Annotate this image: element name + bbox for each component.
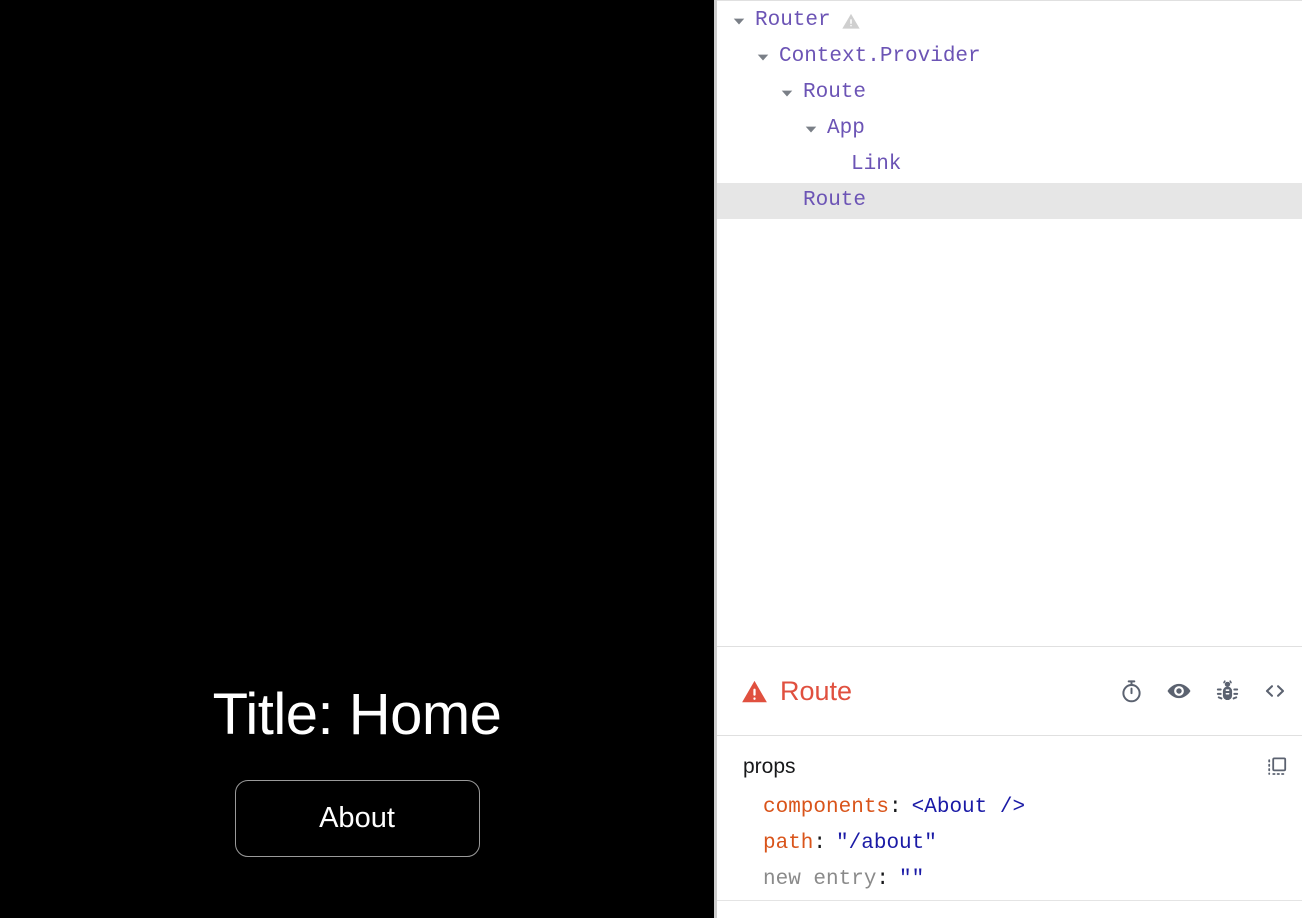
chevron-down-icon[interactable] xyxy=(777,86,797,100)
props-header: props xyxy=(717,750,1302,784)
tree-warning-triangle-icon[interactable] xyxy=(841,11,861,31)
component-tree[interactable]: Router Context.Provider Route App Link Route xyxy=(717,1,1302,646)
about-button[interactable]: About xyxy=(234,780,480,857)
app-viewport: Title: Home About xyxy=(0,0,714,918)
inspector-title-wrap: Route xyxy=(741,676,1118,707)
view-source-icon[interactable] xyxy=(1262,678,1288,704)
prop-value[interactable]: <About /> xyxy=(912,790,1025,826)
inspect-eye-icon[interactable] xyxy=(1166,678,1192,704)
tree-row-label: Context.Provider xyxy=(779,45,981,68)
props-section-label: props xyxy=(743,755,796,778)
props-section: props components: <About /> path: "/about" n… xyxy=(717,736,1302,918)
prop-value[interactable]: "" xyxy=(899,862,924,898)
debug-bug-icon[interactable] xyxy=(1214,678,1240,704)
tree-row-label: Route xyxy=(803,189,867,212)
props-list: components: <About /> path: "/about" new ent… xyxy=(717,784,1302,898)
props-bottom-divider xyxy=(717,900,1302,901)
react-devtools-panel: Router Context.Provider Route App Link Route … xyxy=(717,0,1302,918)
copy-props-icon[interactable] xyxy=(1264,755,1288,779)
prop-colon: : xyxy=(813,832,827,855)
tree-row-label: Link xyxy=(851,153,902,176)
tree-row-label: Router xyxy=(755,9,831,32)
tree-row-route[interactable]: Route xyxy=(717,75,1302,111)
prop-colon: : xyxy=(889,796,902,819)
prop-name: components xyxy=(763,796,890,819)
suspend-toggle-icon[interactable] xyxy=(1118,678,1144,704)
inspector-header: Route xyxy=(717,647,1302,735)
tree-row-link[interactable]: Link xyxy=(717,147,1302,183)
tree-row-context-provider[interactable]: Context.Provider xyxy=(717,39,1302,75)
app-content: Title: Home About xyxy=(0,680,714,857)
prop-value[interactable]: "/about" xyxy=(836,826,937,862)
devtools-screen: Title: Home About Router Context.Provider… xyxy=(0,0,1302,918)
prop-row-path[interactable]: path: "/about" xyxy=(717,826,1302,862)
tree-row-app[interactable]: App xyxy=(717,111,1302,147)
chevron-down-icon[interactable] xyxy=(729,14,749,28)
chevron-down-icon[interactable] xyxy=(801,122,821,136)
inspector-actions xyxy=(1118,678,1288,704)
page-title: Title: Home xyxy=(212,682,502,747)
tree-row-router[interactable]: Router xyxy=(717,3,1302,39)
prop-name: path xyxy=(763,832,814,855)
chevron-down-icon[interactable] xyxy=(753,50,773,64)
tree-row-label: Route xyxy=(803,81,867,104)
prop-row-new-entry[interactable]: new entry: "" xyxy=(717,862,1302,898)
inspected-component-name: Route xyxy=(780,675,853,706)
prop-row-components[interactable]: components: <About /> xyxy=(717,790,1302,826)
tree-row-label: App xyxy=(827,117,865,140)
prop-name: new entry xyxy=(763,868,877,891)
warning-triangle-icon xyxy=(741,678,768,705)
tree-row-route[interactable]: Route xyxy=(717,183,1302,219)
prop-colon: : xyxy=(876,868,890,891)
